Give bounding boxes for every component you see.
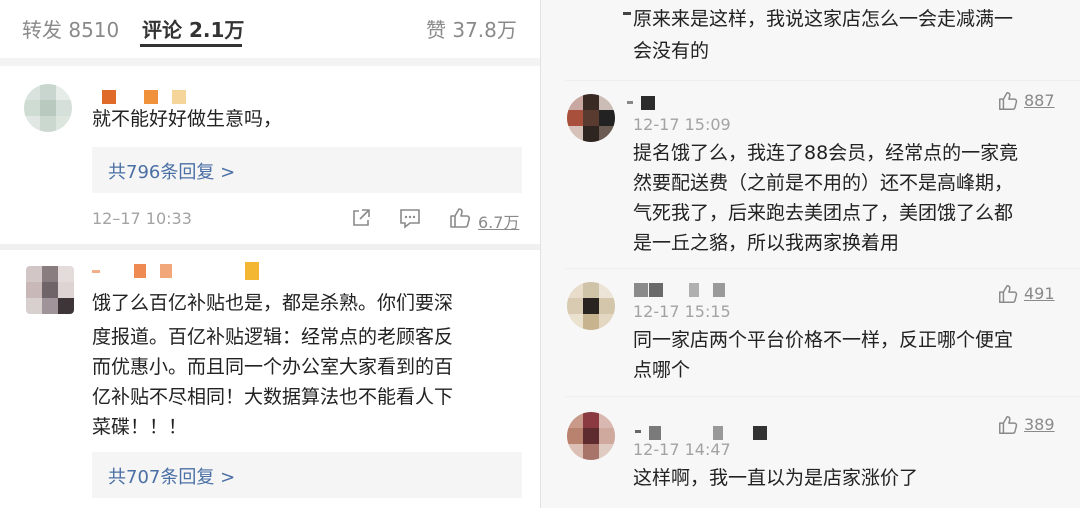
- tab-comments[interactable]: 评论 2.1万: [142, 14, 244, 43]
- comment-text-line: 饿了么百亿补贴也是，都是杀熟。你们要深: [92, 292, 454, 314]
- right-reply-panel: 原来来是这样，我说这家店怎么一会走减满一 会没有的 12-17 15:09 88…: [541, 0, 1080, 508]
- tab-bar: 转发 8510 评论 2.1万 赞 37.8万: [0, 0, 540, 58]
- thumbs-up-icon[interactable]: [997, 414, 1019, 436]
- like-count[interactable]: 389: [1024, 415, 1055, 434]
- like-count[interactable]: 491: [1024, 284, 1055, 303]
- reply-text-line: 气死我了，后来跑去美团点了，美团饿了么都: [633, 202, 1014, 224]
- reply-time: 12-17 15:15: [633, 302, 731, 321]
- comment-separator: [0, 244, 540, 250]
- reply-text-line: 这样啊，我一直以为是店家涨价了: [633, 467, 919, 489]
- avatar[interactable]: [26, 266, 74, 314]
- avatar[interactable]: [567, 412, 615, 460]
- reply-separator: [565, 80, 1080, 81]
- left-comment-panel: 转发 8510 评论 2.1万 赞 37.8万 就不能好好做生意吗， 共796条…: [0, 0, 540, 508]
- comment-icon[interactable]: [398, 207, 422, 229]
- thumbs-up-icon[interactable]: [997, 283, 1019, 305]
- tab-likes[interactable]: 赞 37.8万: [426, 14, 517, 43]
- comment-text-line: 菜碟！！！: [92, 416, 188, 438]
- username-obscured[interactable]: [623, 12, 631, 15]
- reply-count-link[interactable]: 共796条回复 >: [108, 158, 235, 184]
- reply-separator: [565, 396, 1080, 397]
- comment-text-line: 度报道。百亿补贴逻辑：经常点的老顾客反: [92, 326, 454, 348]
- reply-time: 12-17 14:47: [633, 440, 731, 459]
- reply-separator: [565, 268, 1080, 269]
- reply-text-line: 是一丘之貉，所以我两家换着用: [633, 232, 900, 254]
- reply-thread-link[interactable]: 共707条回复 >: [92, 452, 522, 498]
- comment-text: 就不能好好做生意吗，: [92, 108, 283, 130]
- active-tab-indicator: [140, 44, 242, 47]
- reply-text-line: 提名饿了么，我连了88会员，经常点的一家竟: [633, 142, 1019, 164]
- share-icon[interactable]: [350, 207, 372, 229]
- reply-time: 12-17 15:09: [633, 115, 731, 134]
- like-count[interactable]: 887: [1024, 91, 1055, 110]
- section-divider: [0, 58, 540, 66]
- tab-repost[interactable]: 转发 8510: [22, 14, 119, 43]
- reply-thread-link[interactable]: 共796条回复 >: [92, 147, 522, 193]
- thumbs-up-icon[interactable]: [997, 90, 1019, 112]
- like-count[interactable]: 6.7万: [478, 209, 519, 233]
- reply-text-line: 会没有的: [633, 40, 710, 62]
- thumbs-up-icon[interactable]: [448, 206, 472, 230]
- comment-time: 12–17 10:33: [92, 209, 192, 228]
- reply-count-link[interactable]: 共707条回复 >: [108, 463, 235, 489]
- reply-text-line: 同一家店两个平台价格不一样，反正哪个便宜: [633, 329, 1014, 351]
- comment-text-line: 亿补贴不尽相同！大数据算法也不能看人下: [92, 386, 454, 408]
- avatar[interactable]: [567, 282, 615, 330]
- reply-text-line: 点哪个: [633, 359, 691, 381]
- reply-text-line: 然要配送费（之前是不用的）还不是高峰期，: [633, 172, 1014, 194]
- comment-text-line: 而优惠小。而且同一个办公室大家看到的百: [92, 356, 454, 378]
- reply-text-line: 原来来是这样，我说这家店怎么一会走减满一: [633, 8, 1014, 30]
- avatar[interactable]: [567, 94, 615, 142]
- avatar[interactable]: [24, 84, 72, 132]
